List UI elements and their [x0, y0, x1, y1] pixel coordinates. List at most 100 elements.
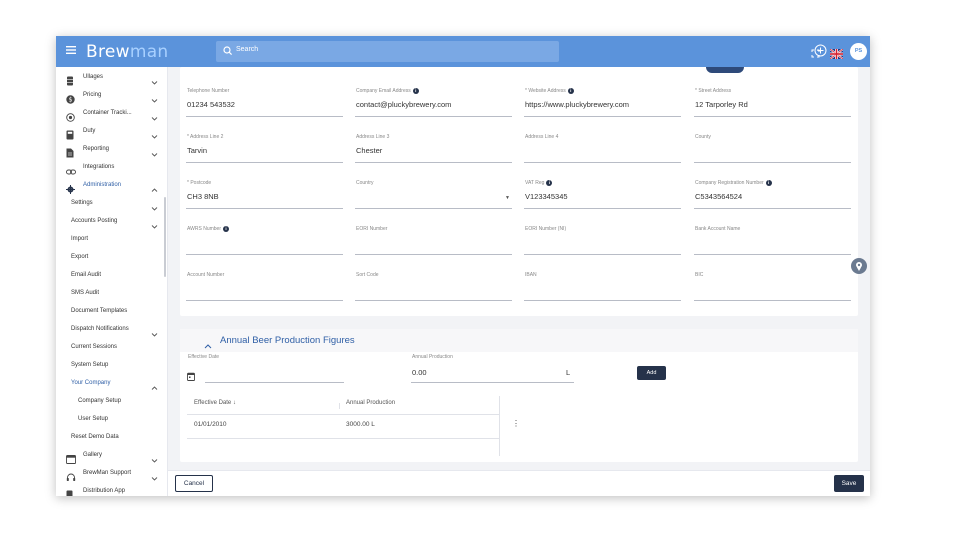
uk-flag-icon[interactable] — [829, 46, 844, 60]
field-value[interactable]: C5343564524 — [695, 192, 742, 201]
phone-icon — [66, 487, 75, 496]
field-value[interactable]: CH3 8NB — [187, 192, 219, 201]
brewman-logo: Brewman — [86, 42, 169, 62]
field-label: County — [695, 134, 711, 140]
add-button[interactable]: Add — [637, 366, 666, 380]
annual-production-header[interactable]: Annual Beer Production Figures — [180, 329, 858, 352]
chevron-down-icon — [151, 199, 158, 211]
chevron-down-icon — [151, 109, 158, 121]
sidebar-item-reporting[interactable]: Reporting — [56, 141, 168, 159]
sidebar-item-container-tracking[interactable]: Container Tracki... — [56, 105, 168, 123]
form-field[interactable]: IBAN — [524, 272, 681, 302]
sidebar-item-dispatch-notifications[interactable]: Dispatch Notifications — [56, 321, 168, 339]
target-icon — [66, 109, 75, 122]
form-field[interactable]: * Street Address 12 Tarporley Rd — [694, 88, 851, 118]
form-field[interactable]: Sort Code — [355, 272, 512, 302]
menu-icon[interactable] — [64, 44, 78, 58]
sidebar-item-gallery[interactable]: Gallery — [56, 447, 168, 465]
sidebar-item-system-setup[interactable]: System Setup — [56, 357, 168, 375]
field-value[interactable]: Chester — [356, 146, 382, 155]
form-field[interactable]: EORI Number (NI) — [524, 226, 681, 256]
chevron-down-icon — [151, 145, 158, 157]
sidebar-item-brewman-support[interactable]: BrewMan Support — [56, 465, 168, 483]
field-underline — [186, 162, 343, 163]
add-circle-icon[interactable] — [814, 44, 827, 57]
sidebar-item-accounts-posting[interactable]: Accounts Posting — [56, 213, 168, 231]
field-value[interactable]: contact@pluckybrewery.com — [356, 100, 451, 109]
field-label: * Address Line 2 — [187, 134, 224, 140]
column-header-annual-production[interactable]: Annual Production — [346, 400, 395, 406]
info-icon[interactable]: i — [546, 180, 553, 186]
field-label: * Postcode — [187, 180, 212, 186]
form-field[interactable]: Country ▼ — [355, 180, 512, 210]
form-field[interactable]: Account Number — [186, 272, 343, 302]
sidebar-item-email-audit[interactable]: Email Audit — [56, 267, 168, 285]
info-icon[interactable]: i — [567, 88, 574, 94]
footer-bar: Cancel Save — [168, 470, 870, 496]
sidebar-item-document-templates[interactable]: Document Templates — [56, 303, 168, 321]
help-icon[interactable] — [851, 258, 867, 274]
avatar[interactable]: PS — [850, 43, 867, 60]
dropdown-arrow-icon[interactable]: ▼ — [505, 195, 510, 201]
field-label: VAT Reg — [525, 180, 545, 186]
form-field[interactable]: BIC — [694, 272, 851, 302]
sidebar-item-user-setup[interactable]: User Setup — [56, 411, 168, 429]
effective-date-field[interactable]: Effective Date — [187, 354, 344, 384]
field-underline — [355, 254, 512, 255]
form-field[interactable]: AWRS Number i — [186, 226, 343, 256]
form-field[interactable]: Bank Account Name — [694, 226, 851, 256]
sidebar-item-settings[interactable]: Settings — [56, 195, 168, 213]
sort-arrow-icon: ↓ — [232, 400, 236, 406]
form-field[interactable]: Address Line 4 — [524, 134, 681, 164]
info-icon[interactable]: i — [765, 180, 772, 186]
document-icon — [66, 145, 75, 158]
sidebar-item-integrations[interactable]: Integrations — [56, 159, 168, 177]
form-field[interactable]: EORI Number — [355, 226, 512, 256]
field-value[interactable]: Tarvin — [187, 146, 207, 155]
form-field[interactable]: * Website Address i https://www.pluckybrew… — [524, 88, 681, 118]
sidebar-item-your-company[interactable]: Your Company — [56, 375, 168, 393]
top-bar: Brewman Search PS — [56, 36, 870, 67]
sidebar-item-pricing[interactable]: $ Pricing — [56, 87, 168, 105]
form-field[interactable]: Telephone Number 01234 543532 — [186, 88, 343, 118]
sidebar-item-reset-demo-data[interactable]: Reset Demo Data — [56, 429, 168, 447]
sidebar-scrollbar[interactable] — [164, 197, 166, 277]
form-field[interactable]: Address Line 3 Chester — [355, 134, 512, 164]
cancel-button[interactable]: Cancel — [175, 475, 213, 492]
field-underline — [524, 254, 681, 255]
sidebar-item-company-setup[interactable]: Company Setup — [56, 393, 168, 411]
annual-production-card: Annual Beer Production Figures Effective… — [180, 329, 858, 462]
sidebar-item-duty[interactable]: Duty — [56, 123, 168, 141]
dollar-icon: $ — [66, 91, 75, 104]
row-menu-icon[interactable]: ⋮ — [512, 419, 520, 428]
sidebar-item-sms-audit[interactable]: SMS Audit — [56, 285, 168, 303]
form-field[interactable]: VAT Reg i V123345345 — [524, 180, 681, 210]
sidebar-item-distribution-app[interactable]: Distribution App — [56, 483, 168, 496]
sidebar-item-ullages[interactable]: Ullages — [56, 69, 168, 87]
form-field[interactable]: Company Registration Number i C5343564524 — [694, 180, 851, 210]
field-value[interactable]: https://www.pluckybrewery.com — [525, 100, 629, 109]
form-field[interactable]: Company Email Address i contact@pluckybrew… — [355, 88, 512, 118]
sidebar-item-current-sessions[interactable]: Current Sessions — [56, 339, 168, 357]
company-logo — [706, 67, 744, 73]
barrel-icon — [66, 73, 75, 86]
annual-production-field[interactable]: Annual Production 0.00 L — [411, 354, 574, 384]
column-header-effective-date[interactable]: Effective Date ↓ — [194, 400, 236, 406]
search-placeholder: Search — [236, 46, 259, 53]
calendar-icon[interactable] — [187, 368, 195, 381]
field-value[interactable]: V123345345 — [525, 192, 568, 201]
form-field[interactable]: County — [694, 134, 851, 164]
info-icon[interactable]: i — [223, 226, 229, 232]
support-icon — [66, 469, 76, 481]
form-field[interactable]: * Address Line 2 Tarvin — [186, 134, 343, 164]
field-value[interactable]: 12 Tarporley Rd — [695, 100, 748, 109]
sidebar-item-export[interactable]: Export — [56, 249, 168, 267]
sidebar-item-import[interactable]: Import — [56, 231, 168, 249]
search-input[interactable]: Search — [216, 41, 559, 62]
sidebar-item-administration[interactable]: Administration — [56, 177, 168, 195]
info-icon[interactable]: i — [412, 88, 419, 94]
annual-production-title: Annual Beer Production Figures — [220, 335, 355, 346]
form-field[interactable]: * Postcode CH3 8NB — [186, 180, 343, 210]
field-value[interactable]: 01234 543532 — [187, 100, 235, 109]
save-button[interactable]: Save — [834, 475, 864, 492]
